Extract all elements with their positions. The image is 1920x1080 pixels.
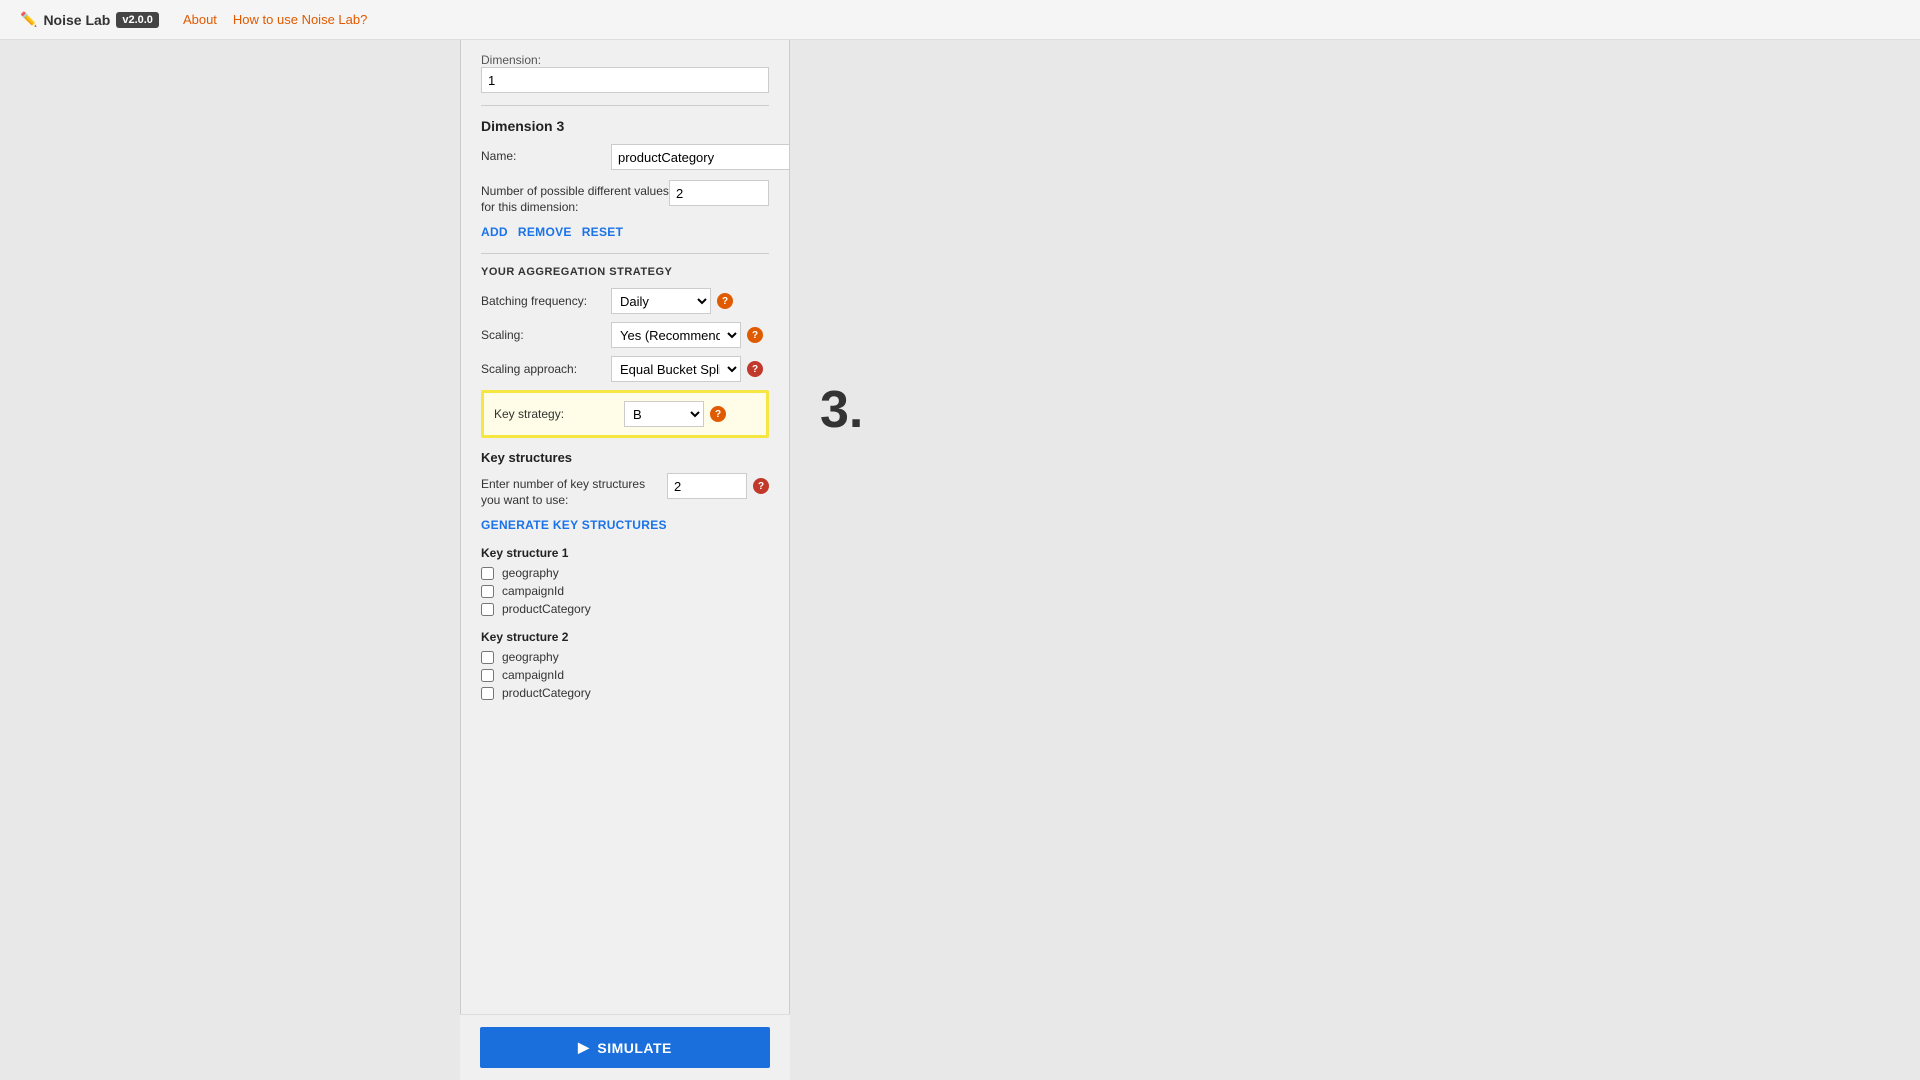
- ks1-geography-checkbox[interactable]: [481, 567, 494, 580]
- batching-row: Batching frequency: Daily Weekly Monthly…: [481, 288, 769, 314]
- batching-help-icon[interactable]: ?: [717, 293, 733, 309]
- key-strategy-select[interactable]: A B C: [624, 401, 704, 427]
- ks2-geography-row: geography: [481, 650, 769, 664]
- scaling-wrapper: Yes (Recommended) No ?: [611, 322, 763, 348]
- dimension-top-partial: Dimension:: [481, 52, 769, 93]
- main-scroll-area[interactable]: Dimension: Dimension 3 Name: Number of p…: [461, 40, 789, 1020]
- key-strategy-label: Key strategy:: [494, 407, 624, 421]
- scaling-approach-row: Scaling approach: Equal Bucket Split ?: [481, 356, 769, 382]
- name-label: Name:: [481, 144, 611, 165]
- ks-count-row: Enter number of key structures you want …: [481, 473, 769, 508]
- scaling-select[interactable]: Yes (Recommended) No: [611, 322, 741, 348]
- simulate-label: SIMULATE: [597, 1040, 672, 1056]
- nav-links: About How to use Noise Lab?: [183, 12, 367, 27]
- ks2-productcategory-checkbox[interactable]: [481, 687, 494, 700]
- simulate-button[interactable]: ▶ SIMULATE: [480, 1027, 770, 1068]
- name-input[interactable]: [611, 144, 789, 170]
- key-structures-title: Key structures: [481, 450, 769, 465]
- action-links: ADD REMOVE RESET: [481, 225, 769, 239]
- ks2-productcategory-row: productCategory: [481, 686, 769, 700]
- key-structures-section: Key structures Enter number of key struc…: [481, 450, 769, 700]
- dimension-3-section: Dimension 3 Name: Number of possible dif…: [481, 118, 769, 239]
- batching-select[interactable]: Daily Weekly Monthly: [611, 288, 711, 314]
- remove-link[interactable]: REMOVE: [518, 225, 572, 239]
- generate-key-structures-link[interactable]: GENERATE KEY STRUCTURES: [481, 518, 769, 532]
- how-to-link[interactable]: How to use Noise Lab?: [233, 12, 367, 27]
- aggregation-header: YOUR AGGREGATION STRATEGY: [481, 266, 769, 278]
- app-name: Noise Lab: [43, 12, 110, 28]
- page-wrapper: ✏️ Noise Lab v2.0.0 About How to use Noi…: [0, 0, 1920, 1080]
- ks1-geography-label: geography: [502, 566, 559, 580]
- ks-count-label: Enter number of key structures you want …: [481, 473, 667, 508]
- ks2-campaignid-row: campaignId: [481, 668, 769, 682]
- ks2-geography-label: geography: [502, 650, 559, 664]
- scaling-help-icon[interactable]: ?: [747, 327, 763, 343]
- ks1-productcategory-row: productCategory: [481, 602, 769, 616]
- annotation-3: 3.: [820, 380, 863, 440]
- scaling-approach-wrapper: Equal Bucket Split ?: [611, 356, 763, 382]
- divider-1: [481, 105, 769, 106]
- top-nav: ✏️ Noise Lab v2.0.0 About How to use Noi…: [0, 0, 1920, 40]
- scaling-approach-help-icon[interactable]: ?: [747, 361, 763, 377]
- key-structure-2-title: Key structure 2: [481, 630, 769, 644]
- pencil-icon: ✏️: [20, 11, 37, 28]
- key-strategy-row: Key strategy: A B C ?: [494, 401, 756, 427]
- scaling-approach-select[interactable]: Equal Bucket Split: [611, 356, 741, 382]
- ks2-campaignid-label: campaignId: [502, 668, 564, 682]
- aggregation-section: YOUR AGGREGATION STRATEGY Batching frequ…: [481, 266, 769, 438]
- ks2-productcategory-label: productCategory: [502, 686, 591, 700]
- ks2-campaignid-checkbox[interactable]: [481, 669, 494, 682]
- batching-label: Batching frequency:: [481, 294, 611, 308]
- dimension-top-input[interactable]: [481, 67, 769, 93]
- ks1-productcategory-label: productCategory: [502, 602, 591, 616]
- scaling-label: Scaling:: [481, 328, 611, 342]
- ks1-geography-row: geography: [481, 566, 769, 580]
- dimension-3-title: Dimension 3: [481, 118, 769, 134]
- add-link[interactable]: ADD: [481, 225, 508, 239]
- name-row: Name:: [481, 144, 769, 170]
- ks2-geography-checkbox[interactable]: [481, 651, 494, 664]
- scaling-row: Scaling: Yes (Recommended) No ?: [481, 322, 769, 348]
- key-strategy-highlight: Key strategy: A B C ?: [481, 390, 769, 438]
- simulate-play-icon: ▶: [578, 1039, 589, 1056]
- key-structure-1-block: Key structure 1 geography campaignId pro…: [481, 546, 769, 616]
- key-strategy-wrapper: A B C ?: [624, 401, 726, 427]
- batching-wrapper: Daily Weekly Monthly ?: [611, 288, 733, 314]
- values-input[interactable]: [669, 180, 769, 206]
- scaling-approach-label: Scaling approach:: [481, 362, 611, 376]
- key-strategy-help-icon[interactable]: ?: [710, 406, 726, 422]
- divider-2: [481, 253, 769, 254]
- key-structure-2-block: Key structure 2 geography campaignId pro…: [481, 630, 769, 700]
- ks1-campaignid-label: campaignId: [502, 584, 564, 598]
- ks-count-input[interactable]: [667, 473, 747, 499]
- version-badge: v2.0.0: [116, 12, 159, 28]
- ks-help-icon[interactable]: ?: [753, 478, 769, 494]
- ks1-campaignid-row: campaignId: [481, 584, 769, 598]
- dim-label: Dimension:: [481, 53, 541, 67]
- ks1-campaignid-checkbox[interactable]: [481, 585, 494, 598]
- nav-logo: ✏️ Noise Lab v2.0.0: [20, 11, 159, 28]
- about-link[interactable]: About: [183, 12, 217, 27]
- key-structure-1-title: Key structure 1: [481, 546, 769, 560]
- ks1-productcategory-checkbox[interactable]: [481, 603, 494, 616]
- values-row: Number of possible different values for …: [481, 180, 769, 215]
- reset-link[interactable]: RESET: [582, 225, 624, 239]
- values-label: Number of possible different values for …: [481, 180, 669, 215]
